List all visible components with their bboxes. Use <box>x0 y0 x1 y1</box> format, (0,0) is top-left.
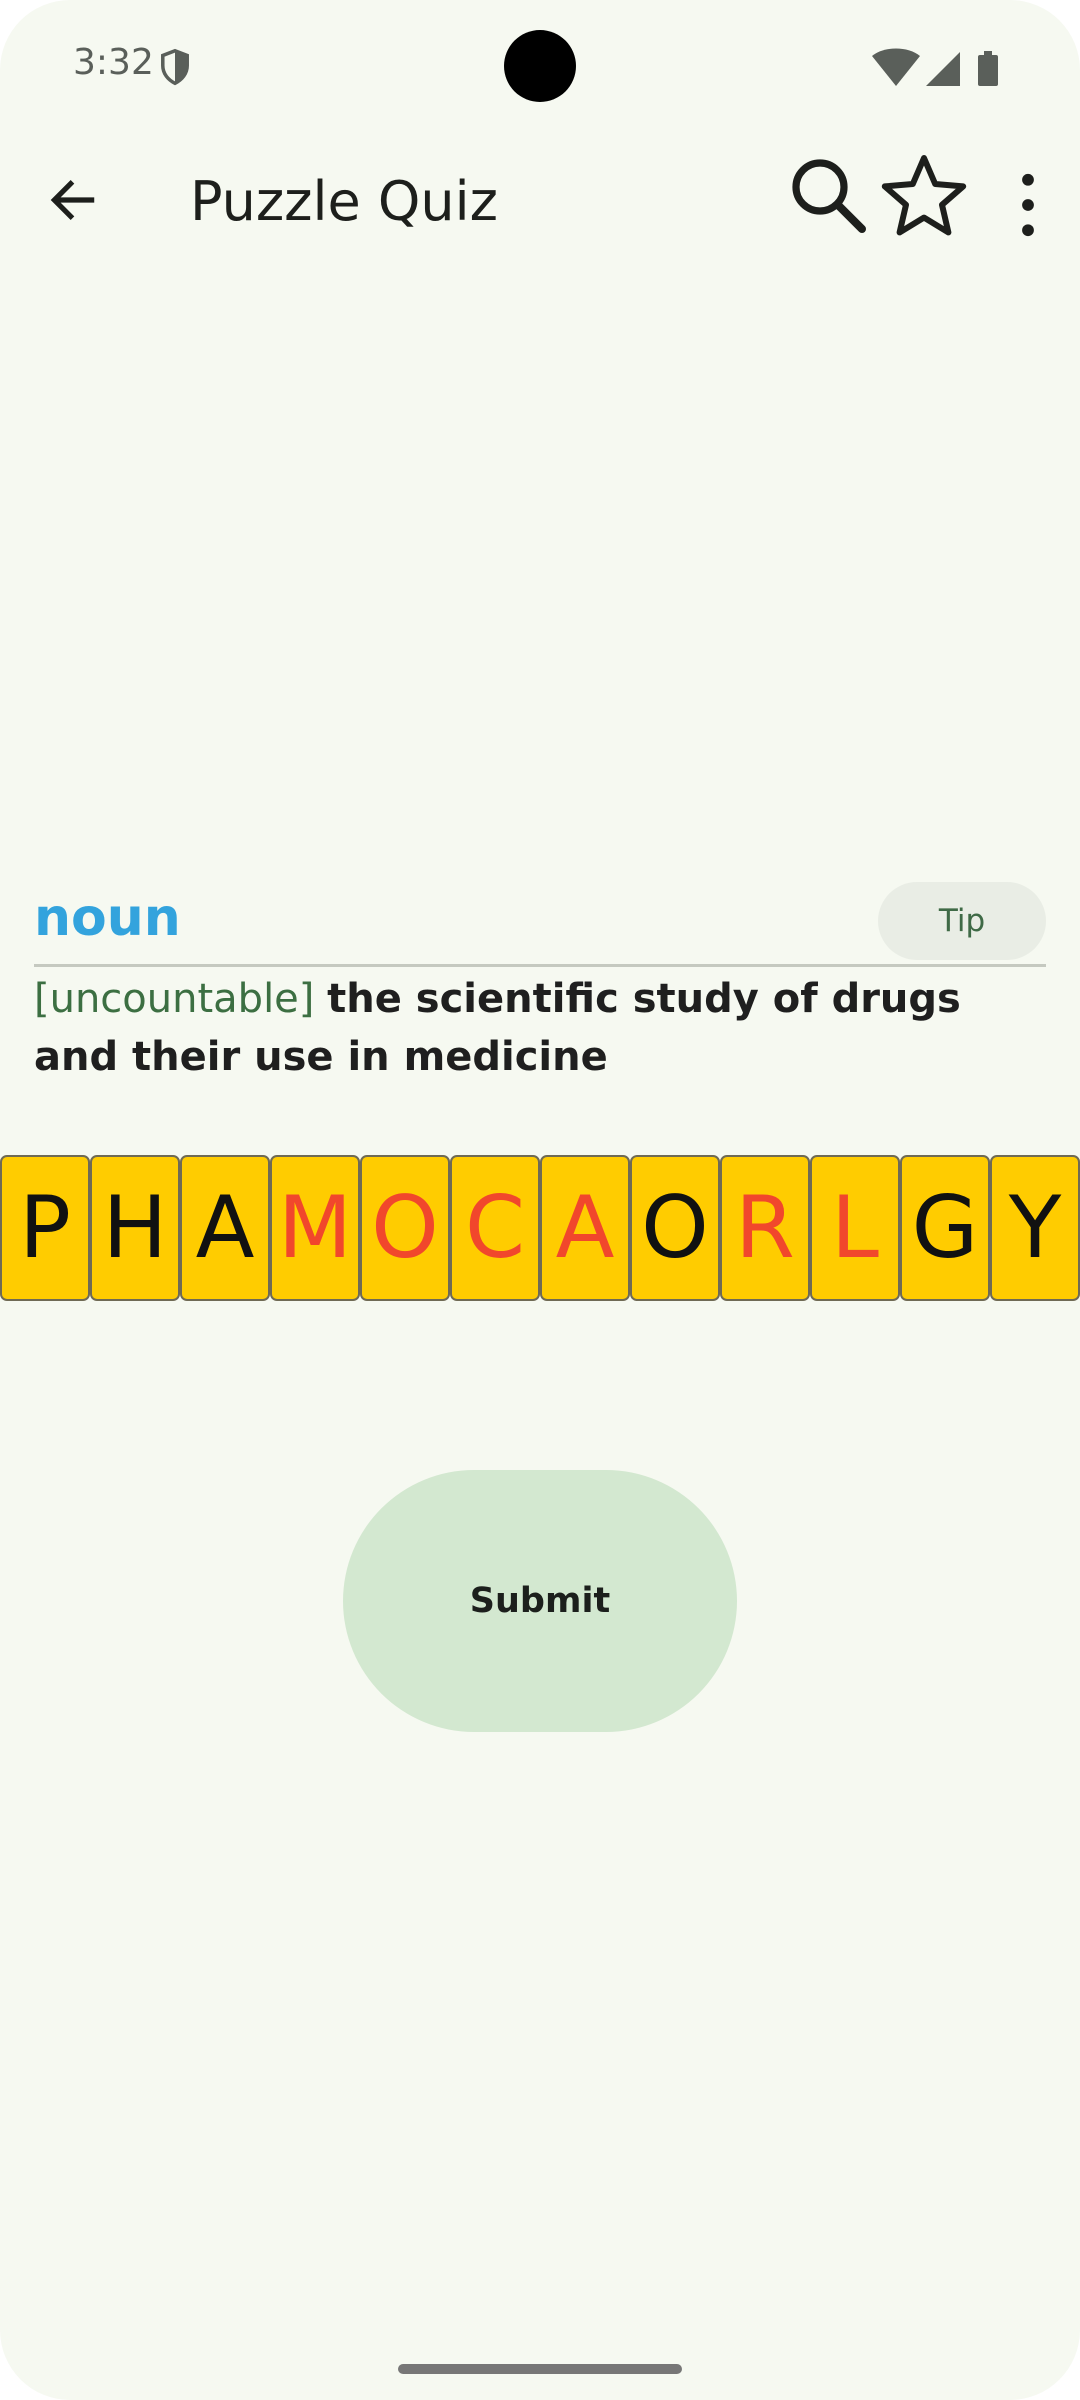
signal-icon <box>926 52 960 86</box>
letter-tile[interactable]: R <box>720 1155 810 1301</box>
letter-tiles: P H A M O C A O R L G Y <box>0 1155 1080 1301</box>
letter-tile[interactable]: C <box>450 1155 540 1301</box>
part-of-speech: noun <box>34 888 181 948</box>
letter-tile[interactable]: G <box>900 1155 990 1301</box>
back-arrow-icon[interactable] <box>45 172 101 228</box>
screen: 3:32 Puzzle Quiz noun Tip [uncountable] … <box>0 0 1080 2400</box>
status-time: 3:32 <box>73 42 154 83</box>
camera-cutout <box>504 30 576 102</box>
more-vert-icon[interactable] <box>1000 170 1056 240</box>
star-outline-icon[interactable] <box>880 152 968 240</box>
letter-tile[interactable]: L <box>810 1155 900 1301</box>
wifi-icon <box>872 48 920 86</box>
divider <box>34 964 1046 967</box>
letter-tile[interactable]: A <box>540 1155 630 1301</box>
letter-tile[interactable]: Y <box>990 1155 1080 1301</box>
usage-tag: [uncountable] <box>34 976 315 1022</box>
status-icons <box>872 48 998 86</box>
letter-tile[interactable]: O <box>360 1155 450 1301</box>
shield-icon <box>161 48 189 86</box>
letter-tile[interactable]: P <box>0 1155 90 1301</box>
page-title: Puzzle Quiz <box>190 170 498 233</box>
home-indicator[interactable] <box>398 2364 682 2374</box>
battery-icon <box>978 51 998 86</box>
letter-tile[interactable]: H <box>90 1155 180 1301</box>
letter-tile[interactable]: A <box>180 1155 270 1301</box>
submit-button[interactable]: Submit <box>343 1470 737 1732</box>
definition-text: [uncountable] the scientific study of dr… <box>34 970 1044 1086</box>
search-icon[interactable] <box>788 155 868 235</box>
letter-tile[interactable]: O <box>630 1155 720 1301</box>
letter-tile[interactable]: M <box>270 1155 360 1301</box>
tip-button[interactable]: Tip <box>878 882 1046 960</box>
